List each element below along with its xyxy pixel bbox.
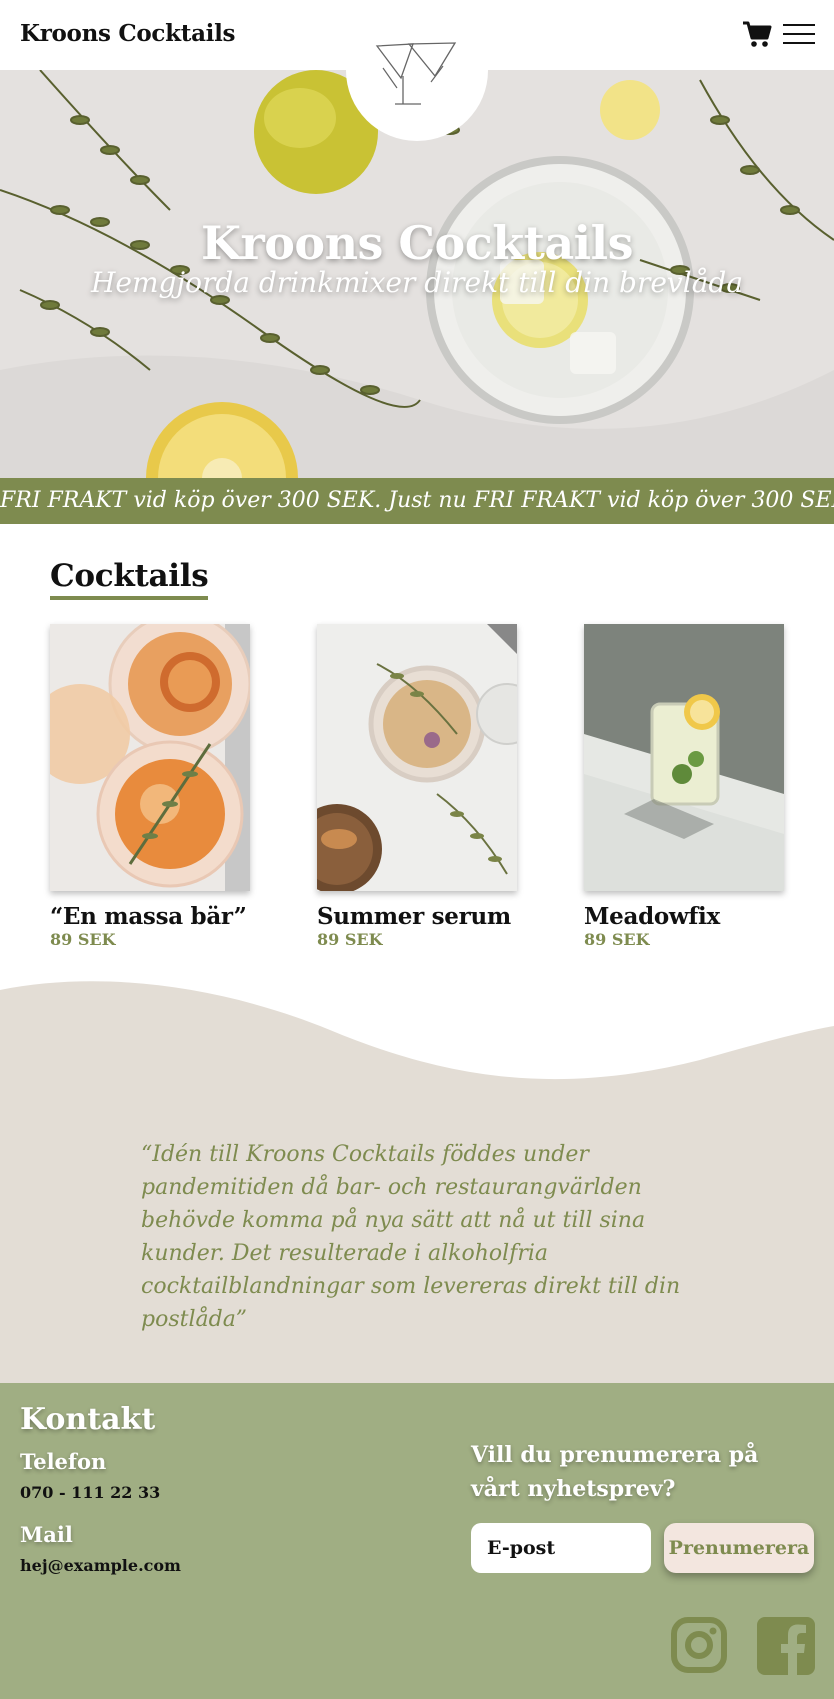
brand-name[interactable]: Kroons Cocktails xyxy=(20,20,236,47)
product-image[interactable] xyxy=(50,624,250,891)
product-image[interactable] xyxy=(317,624,517,891)
contact-heading: Kontakt xyxy=(20,1402,156,1437)
product-card[interactable]: “En massa bär” 89 SEK xyxy=(50,624,250,949)
product-name[interactable]: “En massa bär” xyxy=(50,903,250,930)
product-price: 89 SEK xyxy=(50,930,116,949)
cocktails-heading: Cocktails xyxy=(50,558,209,600)
instagram-icon[interactable] xyxy=(671,1617,727,1677)
hero-title: Kroons Cocktails xyxy=(200,216,634,270)
newsletter-question: Vill du prenumerera på vårt nyhetsprev? xyxy=(471,1442,759,1502)
phone-label: Telefon xyxy=(20,1449,107,1474)
product-price: 89 SEK xyxy=(584,930,650,949)
cocktail-glass-logo-icon[interactable] xyxy=(346,0,488,141)
cart-icon[interactable] xyxy=(742,20,772,48)
shipping-banner: FRI FRAKT vid köp över 300 SEK. Just nu … xyxy=(0,478,834,524)
phone-number[interactable]: 070 - 111 22 33 xyxy=(20,1483,160,1502)
mail-label: Mail xyxy=(20,1522,73,1547)
product-name[interactable]: Summer serum xyxy=(317,903,517,930)
hero-subtitle: Hemgjorda drinkmixer direkt till din bre… xyxy=(90,266,744,299)
facebook-icon[interactable] xyxy=(757,1617,815,1679)
mail-address[interactable]: hej@example.com xyxy=(20,1556,181,1575)
product-name[interactable]: Meadowfix xyxy=(584,903,784,930)
product-price: 89 SEK xyxy=(317,930,383,949)
product-image[interactable] xyxy=(584,624,784,891)
hamburger-menu-icon[interactable] xyxy=(783,24,815,46)
about-quote: “Idén till Kroons Cocktails föddes under… xyxy=(141,1142,681,1332)
shipping-banner-text: FRI FRAKT vid köp över 300 SEK. Just nu … xyxy=(0,488,834,513)
product-card[interactable]: Summer serum 89 SEK xyxy=(317,624,517,949)
email-field[interactable] xyxy=(471,1523,651,1573)
product-card[interactable]: Meadowfix 89 SEK xyxy=(584,624,784,949)
site-footer: Kontakt Telefon 070 - 111 22 33 Mail hej… xyxy=(0,1383,834,1699)
subscribe-button[interactable]: Prenumerera xyxy=(664,1523,814,1573)
wave-divider xyxy=(0,981,834,1082)
